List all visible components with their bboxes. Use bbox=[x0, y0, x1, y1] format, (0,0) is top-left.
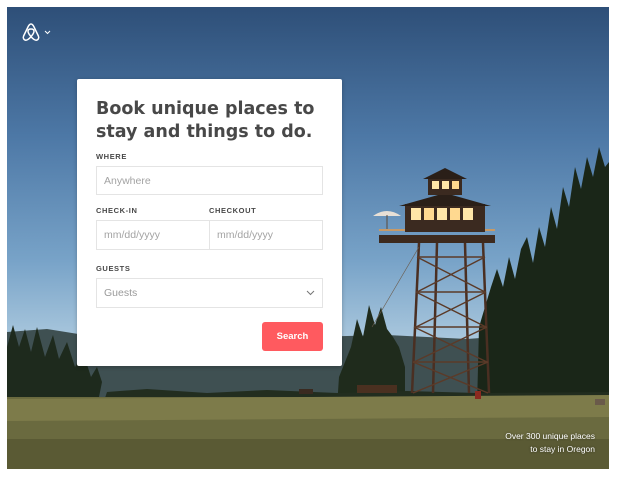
caption-line-1: Over 300 unique places bbox=[505, 431, 595, 441]
caption-line-2: to stay in Oregon bbox=[530, 443, 595, 454]
check-in-input[interactable] bbox=[104, 229, 202, 241]
headline: Book unique places to stay and things to… bbox=[96, 99, 315, 142]
where-input[interactable] bbox=[104, 174, 315, 187]
chevron-down-icon bbox=[44, 30, 51, 34]
logo-menu[interactable] bbox=[21, 21, 51, 43]
guests-selected-value: Guests bbox=[104, 287, 138, 299]
checkout-input[interactable] bbox=[217, 229, 315, 241]
where-field[interactable] bbox=[96, 166, 323, 195]
location-caption: Over 300 unique places to stay in Oregon bbox=[505, 430, 595, 455]
chevron-down-icon bbox=[306, 290, 315, 296]
check-in-field[interactable] bbox=[96, 220, 210, 250]
guests-label: GUESTS bbox=[96, 264, 131, 273]
checkout-label: CHECKOUT bbox=[209, 206, 257, 215]
airbnb-logo-icon bbox=[22, 23, 40, 41]
hero-image: Book unique places to stay and things to… bbox=[7, 7, 609, 469]
search-card: Book unique places to stay and things to… bbox=[77, 79, 342, 366]
check-in-label: CHECK-IN bbox=[96, 206, 138, 215]
where-label: WHERE bbox=[96, 152, 127, 161]
search-button[interactable]: Search bbox=[262, 322, 323, 351]
checkout-field[interactable] bbox=[209, 220, 323, 250]
guests-select[interactable]: Guests bbox=[96, 278, 323, 308]
